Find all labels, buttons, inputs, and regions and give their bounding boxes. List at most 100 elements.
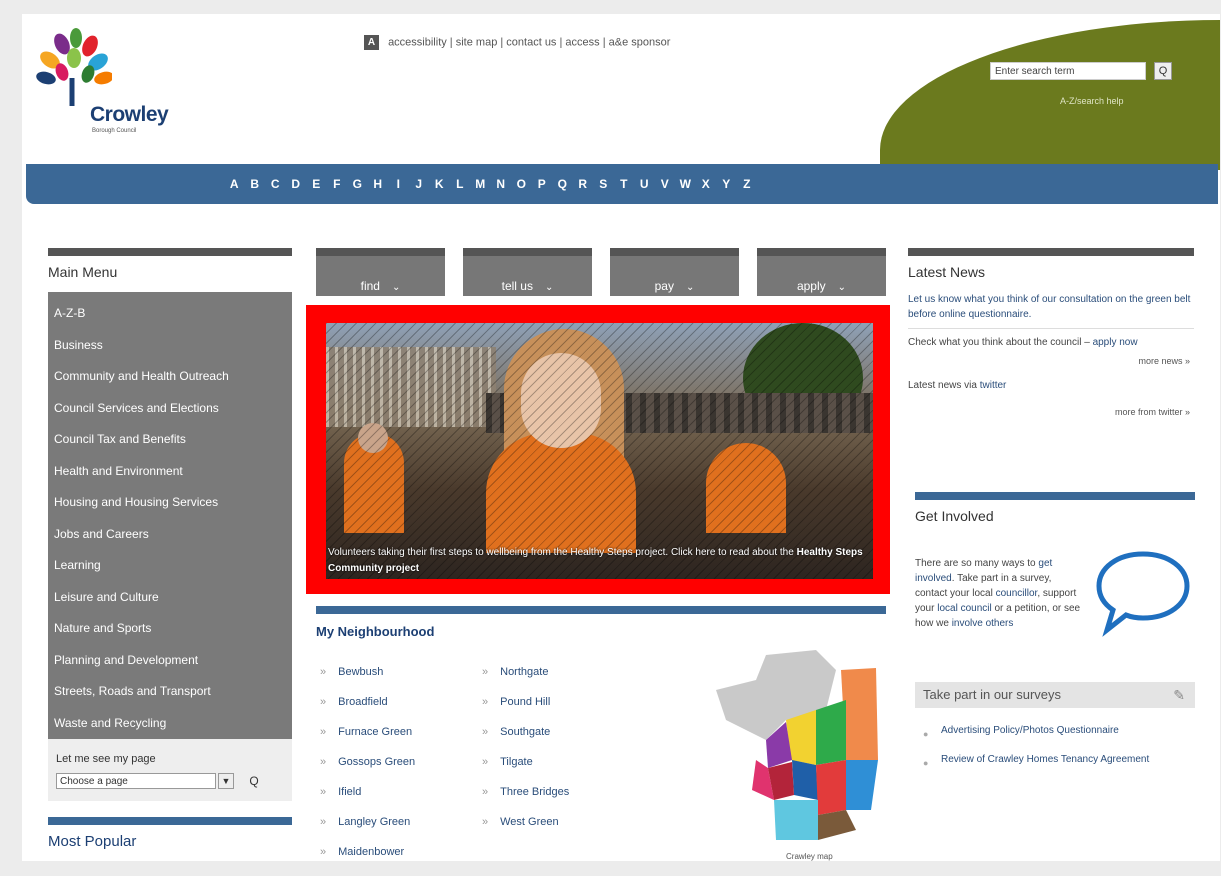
az-letter-y[interactable]: Y: [716, 177, 737, 191]
main-menu-item[interactable]: Housing and Housing Services: [48, 487, 292, 519]
az-letter-k[interactable]: K: [429, 177, 450, 191]
az-letter-r[interactable]: R: [573, 177, 594, 191]
council-logo[interactable]: Crowley Borough Council: [30, 28, 180, 138]
gi-text-a: There are so many ways to: [915, 558, 1036, 569]
main-menu-item[interactable]: Council Services and Elections: [48, 393, 292, 425]
tab-apply[interactable]: apply ⌄: [757, 248, 886, 296]
main-menu-item[interactable]: A-Z-B: [48, 298, 292, 330]
main-menu-item[interactable]: Streets, Roads and Transport: [48, 676, 292, 708]
az-letter-f[interactable]: F: [327, 177, 348, 191]
link-contact-us[interactable]: contact us: [506, 36, 556, 48]
az-letter-m[interactable]: M: [470, 177, 491, 191]
link-sponsor[interactable]: a&e sponsor: [609, 36, 671, 48]
az-letter-w[interactable]: W: [675, 177, 696, 191]
main-menu-item[interactable]: Jobs and Careers: [48, 519, 292, 551]
my-page-select[interactable]: Choose a page: [56, 773, 216, 789]
az-letter-p[interactable]: P: [532, 177, 553, 191]
az-letter-j[interactable]: J: [409, 177, 430, 191]
search-input[interactable]: Enter search term: [990, 62, 1146, 80]
neighbourhood-link[interactable]: » Gossops Green: [320, 756, 415, 786]
az-letter-x[interactable]: X: [696, 177, 717, 191]
neighbourhood-link[interactable]: » Northgate: [482, 666, 569, 696]
neighbourhood-link[interactable]: » Pound Hill: [482, 696, 569, 726]
main-menu-item[interactable]: Business: [48, 330, 292, 362]
survey-item[interactable]: Review of Crawley Homes Tenancy Agreemen…: [923, 753, 1193, 770]
get-involved-title: Get Involved: [915, 508, 994, 524]
survey-item[interactable]: Advertising Policy/Photos Questionnaire: [923, 724, 1193, 741]
chevron-down-icon: ⌄: [544, 282, 554, 293]
tab-tell-us[interactable]: tell us ⌄: [463, 248, 592, 296]
neighbourhood-link[interactable]: » Three Bridges: [482, 786, 569, 816]
tab-find[interactable]: find ⌄: [316, 248, 445, 296]
main-menu-item[interactable]: Community and Health Outreach: [48, 361, 292, 393]
neighbourhood-link[interactable]: » Southgate: [482, 726, 569, 756]
az-letter-v[interactable]: V: [655, 177, 676, 191]
az-letter-n[interactable]: N: [491, 177, 512, 191]
main-menu-item[interactable]: Nature and Sports: [48, 613, 292, 645]
az-letter-b[interactable]: B: [245, 177, 266, 191]
divider: [908, 328, 1194, 329]
main-menu-item[interactable]: Planning and Development: [48, 645, 292, 677]
search-help-link[interactable]: A-Z/search help: [1060, 96, 1124, 106]
neighbourhood-name: Northgate: [500, 666, 549, 678]
arrow-icon: »: [482, 726, 489, 738]
az-letter-a[interactable]: A: [224, 177, 245, 191]
neighbourhood-link[interactable]: » Furnace Green: [320, 726, 415, 756]
twitter-link[interactable]: twitter: [980, 380, 1007, 391]
main-menu-item[interactable]: Health and Environment: [48, 456, 292, 488]
accessibility-icon[interactable]: A: [364, 35, 379, 50]
councillor-link[interactable]: councillor: [996, 588, 1038, 599]
az-letter-o[interactable]: O: [511, 177, 532, 191]
surveys-header[interactable]: Take part in our surveys ✎: [915, 682, 1195, 708]
az-letter-i[interactable]: I: [388, 177, 409, 191]
involve-others-link[interactable]: involve others: [952, 618, 1014, 629]
more-news-link[interactable]: more news »: [908, 356, 1190, 366]
search-button[interactable]: Q: [1154, 62, 1172, 80]
local-council-link[interactable]: local council: [937, 603, 991, 614]
logo-subtitle: Borough Council: [92, 128, 137, 134]
az-letter-q[interactable]: Q: [552, 177, 573, 191]
neighbourhood-link[interactable]: » Tilgate: [482, 756, 569, 786]
news-item-1[interactable]: Let us know what you think of our consul…: [908, 292, 1194, 322]
link-access[interactable]: access: [565, 36, 599, 48]
neighbourhood-link[interactable]: » West Green: [482, 816, 569, 846]
az-letter-s[interactable]: S: [593, 177, 614, 191]
arrow-icon: »: [320, 666, 327, 678]
link-site-map[interactable]: site map: [456, 36, 498, 48]
az-letter-z[interactable]: Z: [737, 177, 758, 191]
neighbourhood-link[interactable]: » Langley Green: [320, 816, 415, 846]
link-accessibility[interactable]: accessibility: [388, 36, 447, 48]
az-letter-u[interactable]: U: [634, 177, 655, 191]
az-letter-l[interactable]: L: [450, 177, 471, 191]
tab-pay[interactable]: pay ⌄: [610, 248, 739, 296]
neighbourhood-name: Tilgate: [500, 756, 533, 768]
neighbourhood-map[interactable]: [706, 650, 886, 850]
neighbourhood-link[interactable]: » Ifield: [320, 786, 415, 816]
more-twitter-link[interactable]: more from twitter »: [908, 407, 1190, 417]
news-link-1[interactable]: Let us know what you think of our consul…: [908, 294, 1190, 320]
az-letter-c[interactable]: C: [265, 177, 286, 191]
neighbourhood-link[interactable]: » Bewbush: [320, 666, 415, 696]
az-letter-g[interactable]: G: [347, 177, 368, 191]
az-letter-t[interactable]: T: [614, 177, 635, 191]
chevron-down-icon[interactable]: ▼: [218, 773, 234, 789]
arrow-icon: »: [482, 696, 489, 708]
az-letter-d[interactable]: D: [286, 177, 307, 191]
tab-label: find: [360, 279, 380, 293]
hero-image[interactable]: Volunteers taking their first steps to w…: [326, 323, 873, 579]
hero-banner: Volunteers taking their first steps to w…: [306, 305, 890, 594]
neighbourhood-link[interactable]: » Broadfield: [320, 696, 415, 726]
main-menu-item[interactable]: Leisure and Culture: [48, 582, 292, 614]
main-menu-item[interactable]: Learning: [48, 550, 292, 582]
neighbourhood-name: Southgate: [500, 726, 551, 738]
neighbourhood-link[interactable]: » Maidenbower: [320, 846, 415, 876]
neighbourhood-name: Gossops Green: [338, 756, 416, 768]
az-letter-h[interactable]: H: [368, 177, 389, 191]
news-text-2: Check what you think about the council –: [908, 337, 1090, 348]
section-bar: [908, 248, 1194, 256]
main-menu-item[interactable]: Council Tax and Benefits: [48, 424, 292, 456]
search-icon[interactable]: Q: [244, 771, 264, 791]
news-link-2[interactable]: apply now: [1093, 337, 1138, 348]
main-menu-item[interactable]: Waste and Recycling: [48, 708, 292, 740]
az-letter-e[interactable]: E: [306, 177, 327, 191]
